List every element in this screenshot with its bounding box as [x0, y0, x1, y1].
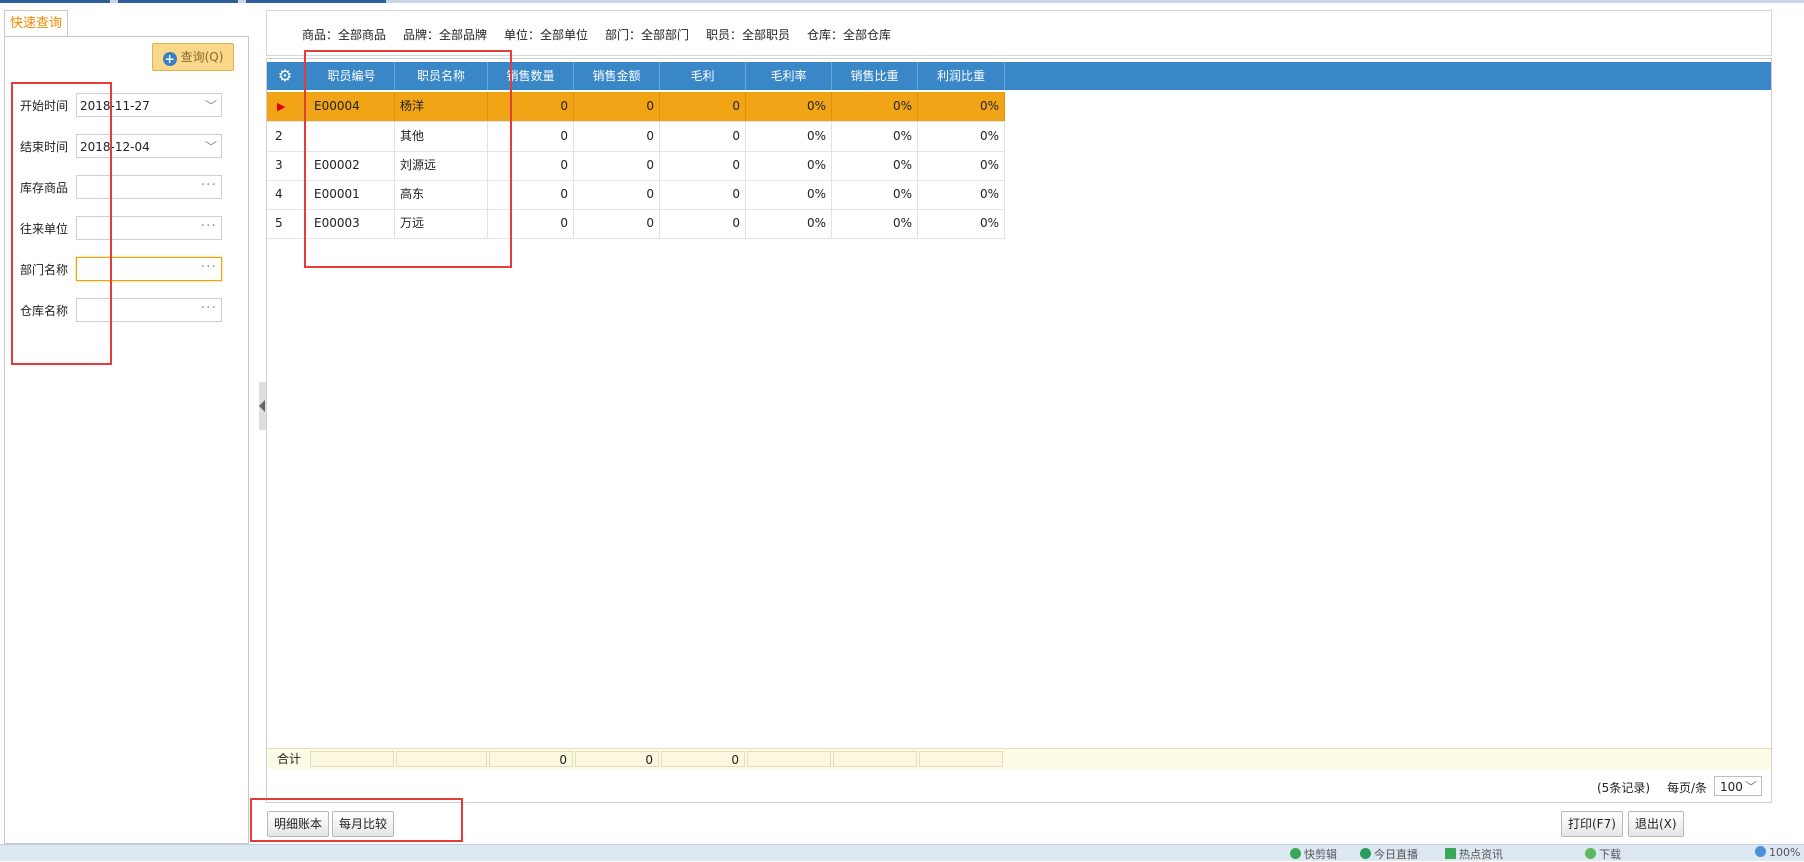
annotation-box-buttons — [250, 798, 463, 842]
exit-button[interactable]: 退出(X) — [1628, 811, 1684, 837]
filter-brand: 品牌：全部品牌 — [403, 28, 488, 42]
filter-employee: 职员：全部职员 — [706, 28, 791, 42]
cell-sales-ratio: 0% — [832, 151, 918, 180]
annotation-box-filters — [11, 82, 112, 365]
col-gross-profit[interactable]: 毛利 — [660, 62, 746, 90]
query-button[interactable]: + 查询(Q) — [152, 43, 234, 71]
download-icon — [1585, 848, 1596, 859]
col-sales-ratio[interactable]: 销售比重 — [832, 62, 918, 90]
window-top-strip — [0, 0, 1804, 3]
cell-profit: 0 — [660, 151, 746, 180]
news-icon — [1445, 848, 1456, 859]
summary-profit: 0 — [661, 751, 745, 767]
col-profit-ratio[interactable]: 利润比重 — [918, 62, 1005, 90]
taskbar-item-zoom[interactable]: 100% — [1755, 846, 1800, 859]
cell-margin: 0% — [746, 151, 832, 180]
play-icon — [1360, 848, 1371, 859]
taskbar-label: 下载 — [1599, 848, 1621, 861]
annotation-box-employee-columns — [304, 50, 512, 268]
taskbar-label: 快剪辑 — [1304, 848, 1337, 861]
query-button-label: 查询(Q) — [180, 50, 224, 64]
cell-profit-ratio: 0% — [918, 209, 1005, 238]
cell-sales-ratio: 0% — [832, 180, 918, 209]
cell-profit: 0 — [660, 209, 746, 238]
summary-cell-empty — [310, 751, 394, 767]
plus-circle-icon: + — [162, 52, 177, 66]
cell-amount: 0 — [574, 180, 660, 209]
ellipsis-icon[interactable]: ··· — [201, 214, 217, 238]
summary-cell-empty — [747, 751, 831, 767]
ellipsis-icon[interactable]: ··· — [201, 296, 217, 320]
ellipsis-icon[interactable]: ··· — [201, 255, 217, 279]
cell-row-number: 5 — [275, 216, 283, 230]
top-strip-segment — [0, 0, 110, 3]
summary-label: 合计 — [277, 752, 302, 766]
record-count: (5条记录) — [1597, 781, 1650, 795]
cell-profit-ratio: 0% — [918, 180, 1005, 209]
cell-amount: 0 — [574, 151, 660, 180]
cell-margin: 0% — [746, 209, 832, 238]
filter-department: 部门：全部部门 — [605, 28, 690, 42]
chevron-down-icon[interactable]: ﹀ — [205, 135, 217, 159]
per-page-label: 每页/条 — [1667, 781, 1708, 795]
cell-profit: 0 — [660, 180, 746, 209]
cell-row-number: 4 — [275, 187, 283, 201]
summary-cell-empty — [919, 751, 1003, 767]
summary-amount: 0 — [575, 751, 659, 767]
top-strip-segment — [118, 0, 238, 3]
taskbar-label: 100% — [1769, 846, 1801, 859]
taskbar-label: 热点资讯 — [1459, 848, 1503, 861]
cell-profit: 0 — [660, 92, 746, 121]
cell-profit: 0 — [660, 122, 746, 151]
filter-product: 商品：全部商品 — [302, 28, 387, 42]
cell-margin: 0% — [746, 92, 832, 121]
filter-warehouse: 仓库：全部仓库 — [807, 28, 892, 42]
cell-margin: 0% — [746, 122, 832, 151]
cell-amount: 0 — [574, 209, 660, 238]
chevron-down-icon: ﹀ — [1744, 780, 1757, 794]
collapse-left-icon[interactable] — [259, 400, 265, 412]
gear-icon[interactable]: ⚙ — [267, 62, 303, 90]
cell-profit-ratio: 0% — [918, 151, 1005, 180]
system-taskbar: 快剪辑 今日直播 热点资讯 下载 100% — [0, 844, 1804, 861]
cell-row-number: 2 — [275, 129, 283, 143]
cell-sales-ratio: 0% — [832, 209, 918, 238]
pager: (5条记录) 每页/条 100 ﹀ — [266, 770, 1772, 803]
per-page-value: 100 — [1720, 780, 1743, 794]
play-icon — [1290, 848, 1301, 859]
cell-profit-ratio: 0% — [918, 122, 1005, 151]
zoom-icon — [1755, 846, 1766, 857]
cell-margin: 0% — [746, 180, 832, 209]
cell-sales-ratio: 0% — [832, 92, 918, 121]
cell-amount: 0 — [574, 92, 660, 121]
filter-unit: 单位：全部单位 — [504, 28, 589, 42]
row-pointer-icon: ▶ — [277, 100, 286, 113]
chevron-down-icon[interactable]: ﹀ — [205, 94, 217, 118]
col-gross-margin[interactable]: 毛利率 — [746, 62, 832, 90]
summary-cell-empty — [833, 751, 917, 767]
cell-row-number: 3 — [275, 158, 283, 172]
per-page-select[interactable]: 100 ﹀ — [1714, 776, 1762, 796]
cell-amount: 0 — [574, 122, 660, 151]
print-button[interactable]: 打印(F7) — [1561, 811, 1623, 837]
quick-query-tab[interactable]: 快速查询 — [4, 10, 69, 37]
col-sales-amount[interactable]: 销售金额 — [574, 62, 660, 90]
top-strip-segment — [246, 0, 386, 3]
summary-qty: 0 — [489, 751, 573, 767]
summary-row: 合计 0 0 0 — [267, 748, 1771, 769]
ellipsis-icon[interactable]: ··· — [201, 173, 217, 197]
cell-profit-ratio: 0% — [918, 92, 1005, 121]
summary-cell-empty — [396, 751, 487, 767]
cell-sales-ratio: 0% — [832, 122, 918, 151]
taskbar-label: 今日直播 — [1374, 848, 1418, 861]
panel-splitter[interactable] — [259, 382, 266, 430]
